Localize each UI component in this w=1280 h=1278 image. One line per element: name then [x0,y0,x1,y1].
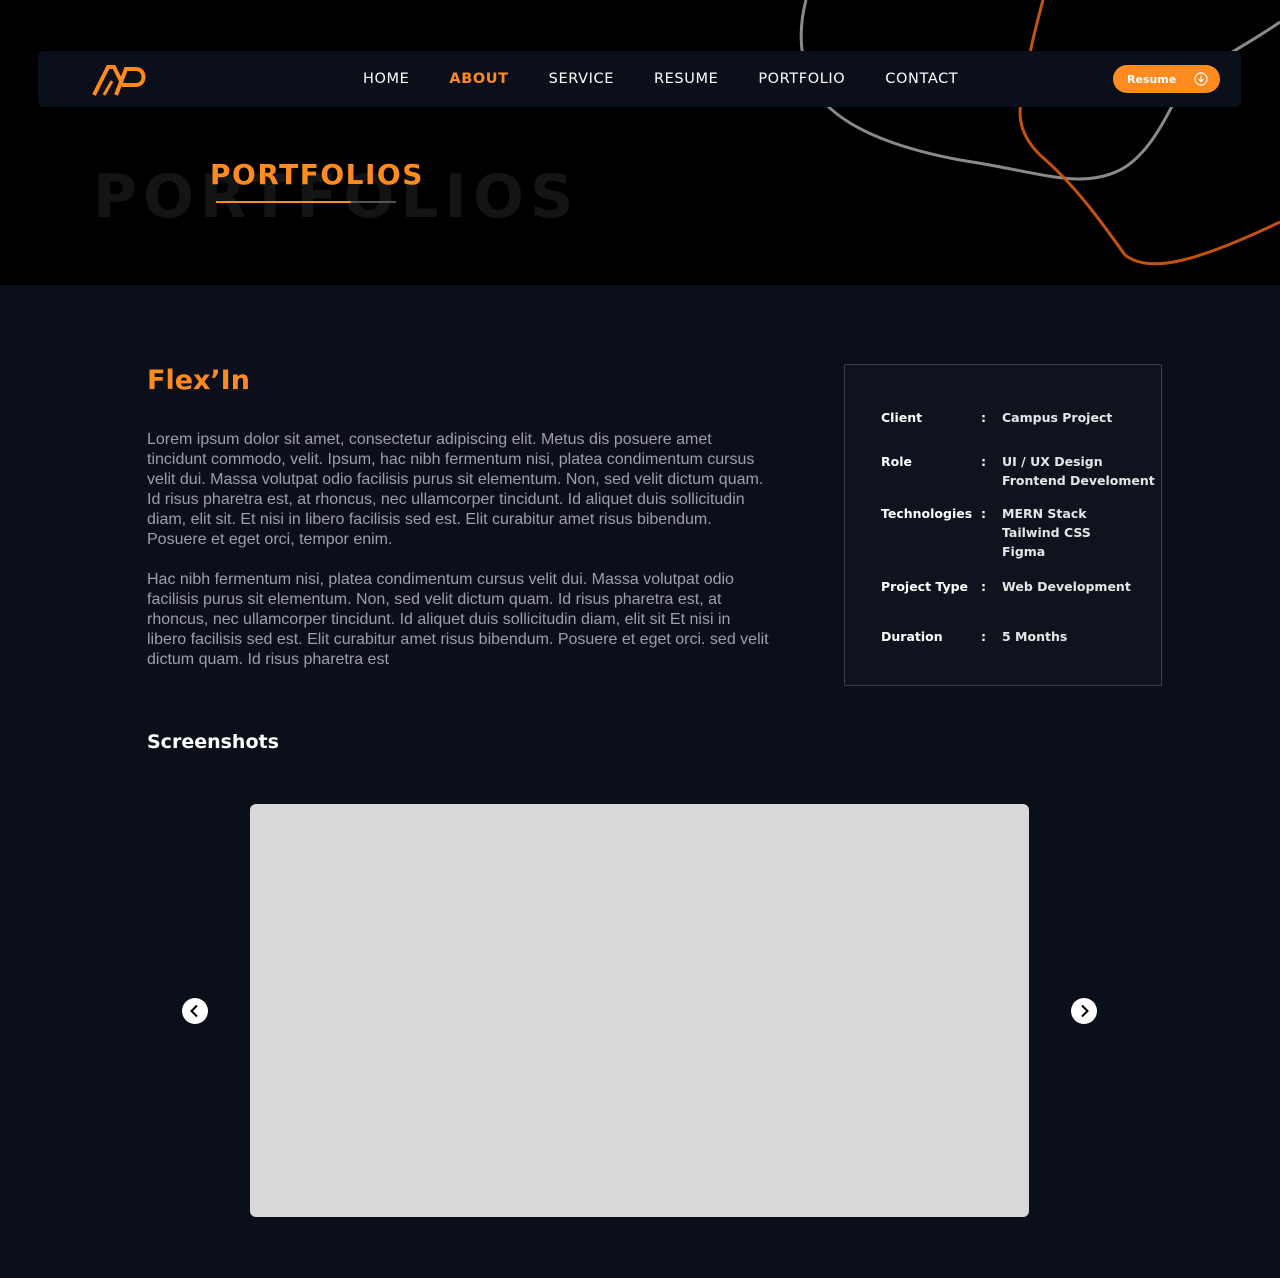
detail-key: Role [881,454,912,469]
detail-key: Technologies [881,506,973,521]
title-underline [216,201,396,203]
project-description-2: Hac nibh fermentum nisi, platea condimen… [147,571,769,668]
detail-value: Frontend Develoment [1002,473,1155,488]
decorative-curves [799,0,1280,266]
nav-link-service[interactable]: SERVICE [549,71,614,87]
detail-value: 5 Months [1002,629,1068,644]
detail-separator: : [981,454,986,469]
nav-link-home[interactable]: HOME [363,71,409,87]
navbar: HOME ABOUT SERVICE RESUME PORTFOLIO CONT… [38,51,1241,107]
screenshot-placeholder [250,804,1029,1217]
nav-link-resume[interactable]: RESUME [654,71,718,87]
nav-link-contact[interactable]: CONTACT [885,71,958,87]
detail-value: Figma [1002,544,1046,559]
brand-logo[interactable] [92,61,148,97]
resume-button-label: Resume [1127,72,1177,86]
detail-value: Campus Project [1002,410,1113,425]
page-title: PORTFOLIOS [210,158,424,191]
nav-links: HOME ABOUT SERVICE RESUME PORTFOLIO CONT… [363,51,998,107]
detail-value: Web Development [1002,579,1131,594]
detail-separator: : [981,579,986,594]
detail-value: Tailwind CSS [1002,525,1091,540]
carousel-prev-button[interactable] [182,998,208,1024]
chevron-right-icon [1081,1004,1089,1018]
detail-key: Client [881,410,923,425]
detail-value: MERN Stack [1002,506,1087,521]
screenshots-heading: Screenshots [147,731,279,753]
hero-banner: PORTFOLIOS PORTFOLIOS [0,0,1280,285]
nav-link-portfolio[interactable]: PORTFOLIO [758,71,845,87]
chevron-left-icon [190,1004,198,1018]
detail-separator: : [981,506,986,521]
detail-key: Project Type [881,579,969,594]
project-title: Flex’In [147,365,250,396]
detail-value: UI / UX Design [1002,454,1103,469]
project-details-card: Client : Campus Project Role : UI / UX D… [844,364,1162,686]
carousel-next-button[interactable] [1071,998,1097,1024]
download-icon [1194,72,1208,86]
nav-link-about[interactable]: ABOUT [449,71,508,87]
detail-key: Duration [881,629,943,644]
resume-button[interactable]: Resume [1113,65,1220,93]
detail-separator: : [981,410,986,425]
detail-separator: : [981,629,986,644]
project-description-1: Lorem ipsum dolor sit amet, consectetur … [147,431,764,548]
